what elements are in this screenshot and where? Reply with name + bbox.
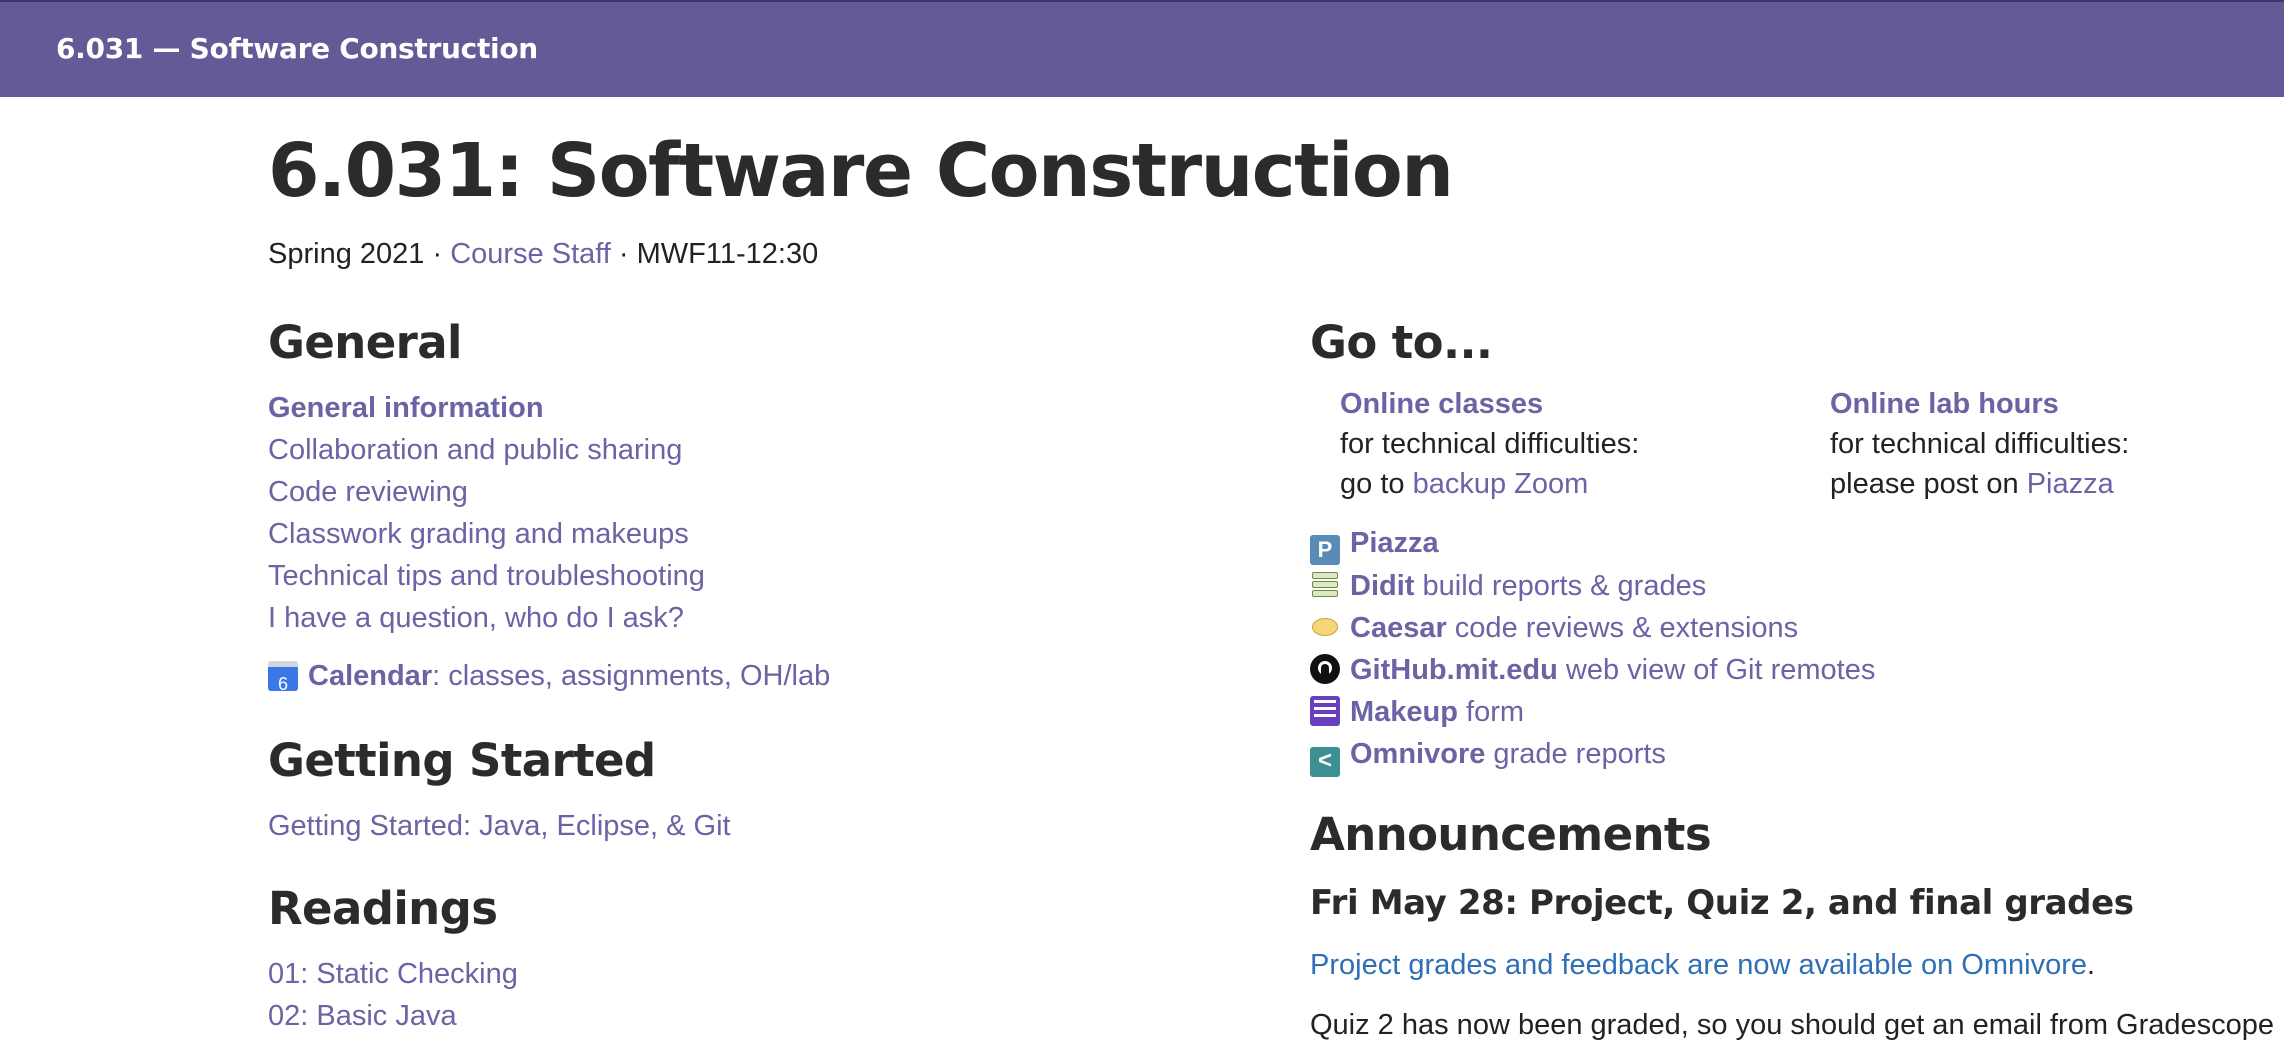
- announcements-section: Announcements Fri May 28: Project, Quiz …: [1310, 808, 2275, 1045]
- list-item: 01: Static Checking: [268, 953, 518, 995]
- tool-row-omnivore: < Omnivore grade reports: [1310, 733, 1875, 777]
- grading-makeups-link[interactable]: Classwork grading and makeups: [268, 518, 689, 550]
- list-item: 02: Basic Java: [268, 995, 518, 1037]
- separator: ·: [424, 238, 451, 270]
- online-classes-box: Online classes for technical difficultie…: [1340, 384, 1639, 504]
- online-lab-hours-box: Online lab hours for technical difficult…: [1830, 384, 2129, 504]
- announcements-heading: Announcements: [1310, 808, 1712, 861]
- who-to-ask-link[interactable]: I have a question, who do I ask?: [268, 602, 684, 634]
- makeup-form-icon: [1310, 696, 1340, 726]
- goto-heading: Go to...: [1310, 316, 1493, 369]
- course-staff-link[interactable]: Course Staff: [450, 238, 611, 270]
- backup-zoom-link[interactable]: backup Zoom: [1413, 468, 1589, 500]
- general-section: General General information Collaboratio…: [268, 316, 830, 697]
- general-information-link[interactable]: General information: [268, 392, 544, 424]
- top-navbar: 6.031 — Software Construction: [0, 0, 2284, 97]
- tool-row-makeup: Makeup form: [1310, 691, 1875, 733]
- piazza-link[interactable]: Piazza: [1350, 527, 1439, 559]
- calendar-link[interactable]: Calendar: [308, 660, 432, 692]
- online-lab-hours-link[interactable]: Online lab hours: [1830, 388, 2059, 420]
- tool-row-caesar: Caesar code reviews & extensions: [1310, 607, 1875, 649]
- tool-row-piazza: P Piazza: [1310, 522, 1875, 565]
- page-title: 6.031: Software Construction: [268, 128, 1454, 214]
- brand-link[interactable]: 6.031 — Software Construction: [56, 32, 538, 65]
- makeup-form-link[interactable]: form: [1458, 696, 1524, 728]
- online-classes-note: for technical difficulties:: [1340, 428, 1640, 460]
- didit-description-link[interactable]: build reports & grades: [1414, 570, 1706, 602]
- getting-started-link[interactable]: Getting Started: Java, Eclipse, & Git: [268, 810, 731, 842]
- collaboration-link[interactable]: Collaboration and public sharing: [268, 434, 682, 466]
- right-column: Go to... Online classes for technical di…: [1310, 316, 2274, 1041]
- tool-row-github: GitHub.mit.edu web view of Git remotes: [1310, 649, 1875, 691]
- omnivore-link[interactable]: Omnivore: [1350, 738, 1485, 770]
- announcement-title: Fri May 28: Project, Quiz 2, and final g…: [1310, 883, 2134, 923]
- readings-list: 01: Static Checking 02: Basic Java: [268, 953, 518, 1037]
- announcement-paragraph: Project grades and feedback are now avai…: [1310, 945, 2270, 985]
- reading-link[interactable]: 01: Static Checking: [268, 958, 518, 990]
- list-item: I have a question, who do I ask?: [268, 597, 830, 639]
- list-item: Technical tips and troubleshooting: [268, 555, 830, 597]
- code-reviewing-link[interactable]: Code reviewing: [268, 476, 468, 508]
- reading-link[interactable]: 02: Basic Java: [268, 1000, 457, 1032]
- list-item: General information: [268, 387, 830, 429]
- piazza-icon: P: [1310, 535, 1340, 565]
- online-classes-prefix: go to: [1340, 468, 1413, 500]
- list-item: Collaboration and public sharing: [268, 429, 830, 471]
- getting-started-section: Getting Started Getting Started: Java, E…: [268, 734, 731, 847]
- tool-links: P Piazza Didit build reports & grades Cae…: [1310, 522, 1875, 777]
- didit-icon: [1310, 570, 1340, 600]
- omnivore-grades-link[interactable]: Project grades and feedback are now avai…: [1310, 949, 2087, 981]
- schedule-text: MWF11-12:30: [636, 238, 819, 270]
- online-lab-note: for technical difficulties:: [1830, 428, 2130, 460]
- tool-row-didit: Didit build reports & grades: [1310, 565, 1875, 607]
- caesar-link[interactable]: Caesar: [1350, 612, 1447, 644]
- omnivore-description-link[interactable]: grade reports: [1485, 738, 1666, 770]
- calendar-row: 6 Calendar: classes, assignments, OH/lab: [268, 655, 830, 697]
- general-links: General information Collaboration and pu…: [268, 387, 830, 639]
- piazza-inline-link[interactable]: Piazza: [2027, 468, 2114, 500]
- makeup-link[interactable]: Makeup: [1350, 696, 1458, 728]
- github-description-link[interactable]: web view of Git remotes: [1558, 654, 1875, 686]
- period: .: [2087, 949, 2096, 981]
- term-text: Spring 2021: [268, 238, 425, 270]
- technical-tips-link[interactable]: Technical tips and troubleshooting: [268, 560, 705, 592]
- separator: ·: [610, 238, 637, 270]
- course-subtitle: Spring 2021 · Course Staff · MWF11-12:30: [268, 238, 818, 271]
- caesar-description-link[interactable]: code reviews & extensions: [1447, 612, 1798, 644]
- github-icon: [1310, 654, 1340, 684]
- general-heading: General: [268, 316, 462, 369]
- github-link[interactable]: GitHub.mit.edu: [1350, 654, 1558, 686]
- omnivore-icon: <: [1310, 747, 1340, 777]
- list-item: Getting Started: Java, Eclipse, & Git: [268, 805, 731, 847]
- list-item: Code reviewing: [268, 471, 830, 513]
- list-item: Classwork grading and makeups: [268, 513, 830, 555]
- online-lab-prefix: please post on: [1830, 468, 2027, 500]
- readings-heading: Readings: [268, 882, 498, 935]
- calendar-description-link[interactable]: : classes, assignments, OH/lab: [432, 660, 830, 692]
- calendar-icon: 6: [268, 661, 298, 694]
- announcement-text: Quiz 2 has now been graded, so you shoul…: [1310, 1009, 2275, 1041]
- caesar-icon: [1310, 612, 1340, 642]
- didit-link[interactable]: Didit: [1350, 570, 1414, 602]
- online-classes-link[interactable]: Online classes: [1340, 388, 1543, 420]
- getting-started-heading: Getting Started: [268, 734, 656, 787]
- readings-section: Readings 01: Static Checking 02: Basic J…: [268, 882, 518, 1037]
